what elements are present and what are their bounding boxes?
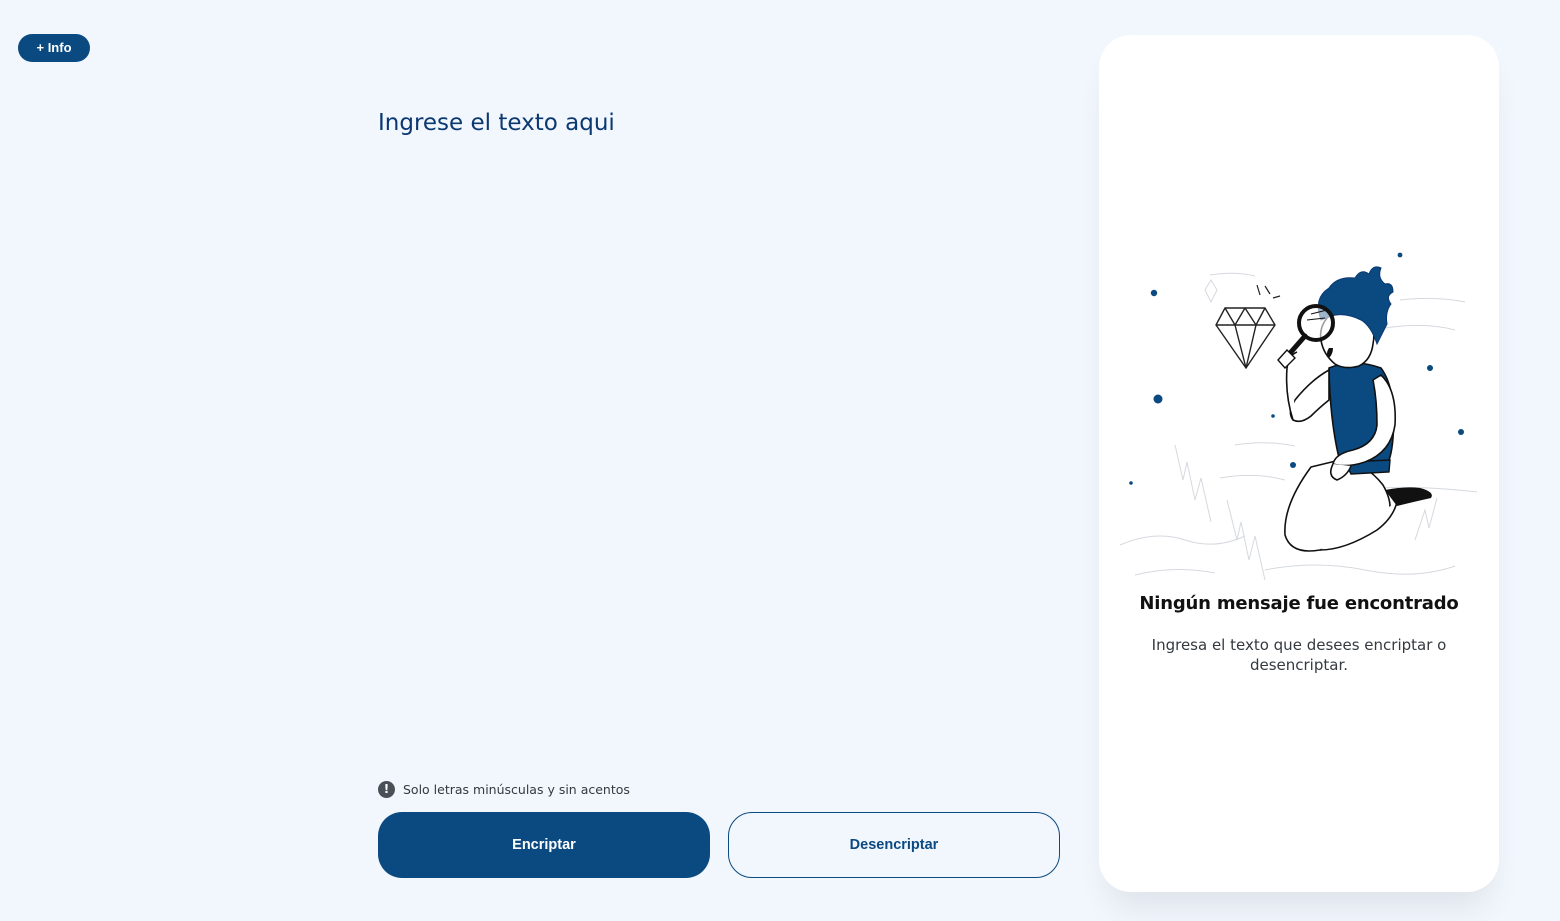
text-input[interactable] [378, 110, 1058, 750]
page: + Info ! Solo letras minúsculas y sin ac… [0, 0, 1560, 921]
exclamation-circle-icon: ! [378, 780, 395, 798]
hint-text: Solo letras minúsculas y sin acentos [403, 781, 630, 797]
hint: ! Solo letras minúsculas y sin acentos [378, 780, 630, 798]
result-panel: Ningún mensaje fue encontrado Ingresa el… [1099, 35, 1499, 892]
person-magnifying-glass-icon [1119, 252, 1478, 581]
info-button[interactable]: + Info [18, 34, 90, 62]
encrypt-button[interactable]: Encriptar [378, 812, 710, 878]
decrypt-button[interactable]: Desencriptar [728, 812, 1060, 878]
result-title: Ningún mensaje fue encontrado [1139, 593, 1459, 614]
result-message: Ingresa el texto que desees encriptar o … [1151, 636, 1447, 674]
